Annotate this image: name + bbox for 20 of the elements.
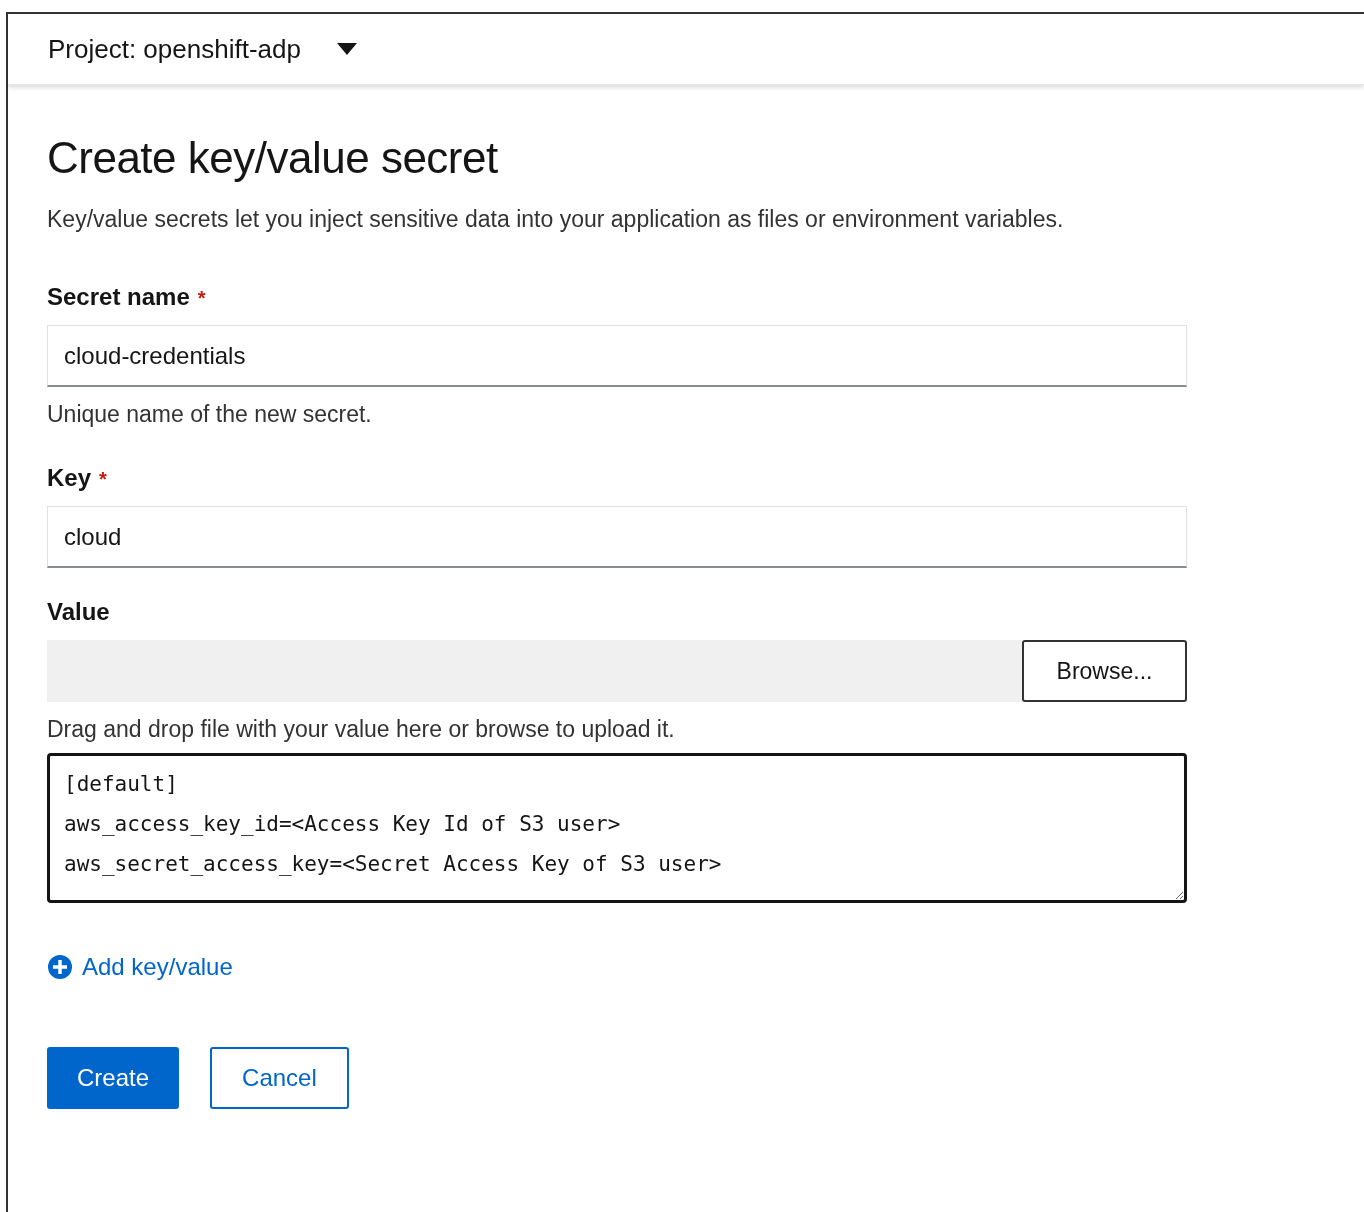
field-label: Secret name <box>47 283 190 311</box>
caret-icon[interactable] <box>336 43 357 55</box>
required-mark: * <box>99 468 107 491</box>
text-field[interactable]: cloud <box>47 506 1187 568</box>
field-label: Key <box>47 464 92 492</box>
add-key-value-link[interactable]: Add key/value <box>47 953 233 981</box>
file-drop-field[interactable] <box>47 640 1022 702</box>
page-description: Key/value secrets let you inject sensitive data into your application as files or environment variables. <box>47 205 1065 234</box>
plus-circle-icon <box>47 954 73 980</box>
helper-text: Unique name of the new secret. <box>47 401 373 428</box>
required-mark: * <box>197 287 206 310</box>
cancel-button[interactable]: Cancel <box>210 1047 349 1109</box>
value-text-area[interactable]: [default] aws_access_key_id=<Access Key Id of S3 user> aws_secret_access_key=<Secret Access Key of S3 user> <box>47 753 1187 903</box>
helper-text: Drag and drop file with your value here or browse to upload it. <box>47 716 676 743</box>
field-label: Value <box>47 598 110 626</box>
project-selector[interactable]: Project: openshift-adp <box>48 33 301 65</box>
text-field[interactable]: cloud-credentials <box>47 325 1187 387</box>
browse-button[interactable]: Browse... <box>1022 640 1187 702</box>
page-title: Create key/value secret <box>47 133 499 183</box>
create-button[interactable]: Create <box>47 1047 180 1109</box>
